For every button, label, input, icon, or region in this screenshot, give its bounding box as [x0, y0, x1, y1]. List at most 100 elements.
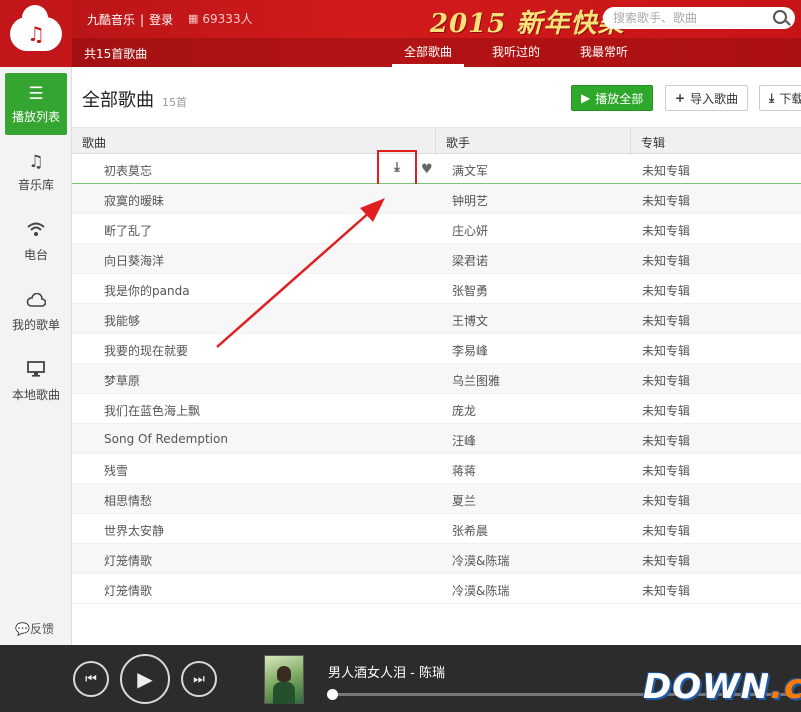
column-header-song[interactable]: 歌曲: [82, 134, 106, 151]
album-name[interactable]: 未知专辑: [642, 462, 690, 479]
player-bar: ⏮ ▶ ⏭ 男人酒女人泪 - 陈瑞 DOWN.cc: [0, 645, 801, 712]
song-row[interactable]: 断了乱了 庄心妍 未知专辑: [72, 214, 801, 244]
album-name[interactable]: 未知专辑: [642, 192, 690, 209]
search-input[interactable]: [613, 11, 763, 25]
album-name[interactable]: 未知专辑: [642, 402, 690, 419]
search-box[interactable]: [603, 7, 795, 29]
song-title: 我要的现在就要: [104, 344, 189, 358]
album-name[interactable]: 未知专辑: [642, 372, 690, 389]
app-name: 九酷音乐: [87, 13, 136, 27]
download-icon[interactable]: ⤓: [394, 160, 400, 175]
song-row[interactable]: 灯笼情歌 冷漠&陈瑞 未知专辑: [72, 544, 801, 574]
new-year-banner: 2015 新年快樂: [430, 9, 625, 39]
song-title: 世界太安静: [104, 524, 165, 538]
brand-separator: |: [140, 13, 145, 27]
left-navigation: ☰ 播放列表 ♫ 音乐库 电台 我的歌单 本地歌曲 💬反馈: [0, 67, 72, 645]
song-row[interactable]: 我们在蓝色海上飘 庞龙 未知专辑: [72, 394, 801, 424]
song-row[interactable]: 寂寞的暧昧 钟明艺 未知专辑: [72, 184, 801, 214]
heart-icon[interactable]: ♥: [421, 162, 433, 177]
column-divider[interactable]: [435, 128, 436, 155]
song-row[interactable]: 残雪 蒋蒋 未知专辑: [72, 454, 801, 484]
artist-name[interactable]: 乌兰图雅: [452, 372, 500, 389]
song-title: 灯笼情歌: [104, 584, 153, 598]
nav-item-my-playlists[interactable]: 我的歌单: [0, 277, 72, 347]
album-name[interactable]: 未知专辑: [642, 582, 690, 599]
artist-name[interactable]: 满文军: [452, 162, 488, 179]
song-table-header: 歌曲 歌手 专辑: [72, 127, 801, 155]
artist-name[interactable]: 张希晨: [452, 522, 488, 539]
feedback-link[interactable]: 💬反馈: [15, 620, 54, 637]
comment-icon: 💬: [15, 622, 30, 636]
nav-item-local-songs[interactable]: 本地歌曲: [0, 347, 72, 417]
song-row[interactable]: Song Of Redemption 汪峰 未知专辑: [72, 424, 801, 454]
artist-name[interactable]: 蒋蒋: [452, 462, 476, 479]
play-all-button[interactable]: ▶ 播放全部: [571, 85, 654, 111]
download-highlight-box: ⤓: [377, 149, 417, 186]
nav-item-music-library[interactable]: ♫ 音乐库: [0, 137, 72, 207]
nav-item-radio[interactable]: 电台: [0, 207, 72, 277]
previous-track-button[interactable]: ⏮: [73, 661, 109, 697]
song-row[interactable]: 我能够 王博文 未知专辑: [72, 304, 801, 334]
song-row[interactable]: 梦草原 乌兰图雅 未知专辑: [72, 364, 801, 394]
artist-name[interactable]: 张智勇: [452, 282, 488, 299]
plus-icon: +: [675, 91, 686, 105]
tab-all-songs[interactable]: 全部歌曲: [392, 38, 465, 67]
song-row[interactable]: 灯笼情歌 冷漠&陈瑞 未知专辑: [72, 574, 801, 604]
play-all-label: 播放全部: [595, 91, 644, 106]
artist-name[interactable]: 冷漠&陈瑞: [452, 552, 509, 569]
nav-item-playlist[interactable]: ☰ 播放列表: [5, 73, 67, 135]
song-title: 我是你的panda: [104, 284, 190, 298]
app-logo[interactable]: ♫: [0, 0, 72, 67]
album-name[interactable]: 未知专辑: [642, 342, 690, 359]
column-header-artist[interactable]: 歌手: [446, 134, 470, 151]
download-button[interactable]: ⤓ 下载: [759, 85, 801, 111]
album-name[interactable]: 未知专辑: [642, 282, 690, 299]
nav-item-label: 本地歌曲: [11, 388, 60, 402]
nav-item-label: 我的歌单: [11, 318, 60, 332]
column-header-album[interactable]: 专辑: [641, 134, 665, 151]
page-song-count: 15首: [162, 96, 187, 109]
tab-listened[interactable]: 我听过的: [480, 38, 552, 67]
song-title: 灯笼情歌: [104, 554, 153, 568]
album-name[interactable]: 未知专辑: [642, 162, 690, 179]
song-row[interactable]: 我是你的panda 张智勇 未知专辑: [72, 274, 801, 304]
album-name[interactable]: 未知专辑: [642, 222, 690, 239]
album-name[interactable]: 未知专辑: [642, 492, 690, 509]
artist-name[interactable]: 庞龙: [452, 402, 476, 419]
artist-name[interactable]: 冷漠&陈瑞: [452, 582, 509, 599]
song-row[interactable]: 我要的现在就要 李易峰 未知专辑: [72, 334, 801, 364]
song-row[interactable]: 世界太安静 张希晨 未知专辑: [72, 514, 801, 544]
play-icon: ▶: [581, 91, 591, 105]
album-cover[interactable]: [264, 655, 304, 704]
progress-knob[interactable]: [327, 689, 338, 700]
artist-name[interactable]: 李易峰: [452, 342, 488, 359]
artist-name[interactable]: 庄心妍: [452, 222, 488, 239]
song-title: 相思情愁: [104, 494, 153, 508]
filter-tabs: 全部歌曲 我听过的 我最常听: [392, 38, 656, 67]
tab-most-played[interactable]: 我最常听: [568, 38, 640, 67]
next-track-button[interactable]: ⏭: [181, 661, 217, 697]
artist-name[interactable]: 梁君诺: [452, 252, 488, 269]
album-name[interactable]: 未知专辑: [642, 312, 690, 329]
nav-item-label: 电台: [23, 248, 48, 262]
album-name[interactable]: 未知专辑: [642, 432, 690, 449]
play-pause-button[interactable]: ▶: [120, 654, 170, 704]
artist-name[interactable]: 汪峰: [452, 432, 476, 449]
album-name[interactable]: 未知专辑: [642, 522, 690, 539]
login-link[interactable]: 登录: [149, 13, 173, 27]
song-row[interactable]: 相思情愁 夏兰 未知专辑: [72, 484, 801, 514]
song-row[interactable]: 初表莫忘 满文军 未知专辑 ⤓ ♥: [72, 149, 801, 186]
calendar-icon: ▦: [188, 12, 199, 25]
album-name[interactable]: 未知专辑: [642, 552, 690, 569]
artist-name[interactable]: 钟明艺: [452, 192, 488, 209]
song-list: 初表莫忘 满文军 未知专辑 ⤓ ♥ 寂寞的暧昧 钟明艺 未知专辑 断了乱了 庄心妍 未知专辑 向日葵海…: [72, 149, 801, 604]
column-divider[interactable]: [630, 128, 631, 155]
artist-name[interactable]: 王博文: [452, 312, 488, 329]
artist-name[interactable]: 夏兰: [452, 492, 476, 509]
song-title: 梦草原: [104, 374, 141, 388]
song-row[interactable]: 向日葵海洋 梁君诺 未知专辑: [72, 244, 801, 274]
album-name[interactable]: 未知专辑: [642, 252, 690, 269]
search-icon[interactable]: [773, 10, 787, 24]
import-songs-button[interactable]: + 导入歌曲: [665, 85, 749, 111]
play-icon: ▶: [137, 667, 153, 691]
